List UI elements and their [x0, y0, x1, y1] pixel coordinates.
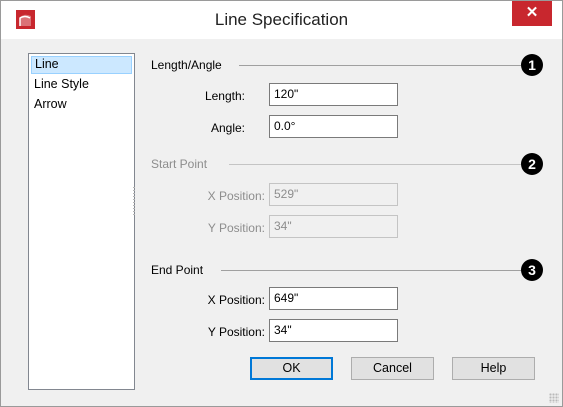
close-button[interactable]: ✕: [512, 1, 552, 26]
line-specification-dialog: Line Specification ✕ Line Line Style Arr…: [0, 0, 563, 407]
list-item-line[interactable]: Line: [31, 56, 132, 74]
end-y-label: Y Position:: [207, 325, 265, 339]
length-field[interactable]: 120": [269, 83, 398, 106]
end-x-label: X Position:: [207, 293, 265, 307]
group-divider: [229, 164, 521, 165]
start-x-label: X Position:: [207, 189, 265, 203]
callout-badge-1: 1: [521, 54, 543, 76]
group-divider: [239, 65, 521, 66]
angle-label: Angle:: [210, 121, 245, 135]
length-label: Length:: [204, 89, 245, 103]
start-y-label: Y Position:: [207, 221, 265, 235]
start-x-field: 529": [269, 183, 398, 206]
help-button[interactable]: Help: [452, 357, 535, 380]
splitter-handle[interactable]: [133, 187, 135, 215]
angle-field[interactable]: 0.0°: [269, 115, 398, 138]
callout-badge-2: 2: [521, 153, 543, 175]
resize-grip-icon[interactable]: [549, 393, 559, 403]
start-point-group-label: Start Point: [151, 157, 208, 171]
list-item-line-style[interactable]: Line Style: [31, 76, 132, 94]
end-x-field[interactable]: 649": [269, 287, 398, 310]
dialog-title: Line Specification: [214, 10, 349, 29]
start-y-field: 34": [269, 215, 398, 238]
end-y-field[interactable]: 34": [269, 319, 398, 342]
group-divider: [221, 270, 521, 271]
title-bar: Line Specification ✕: [1, 1, 562, 39]
ok-button[interactable]: OK: [250, 357, 333, 380]
length-angle-group-label: Length/Angle: [151, 58, 222, 72]
list-item-arrow[interactable]: Arrow: [31, 96, 132, 114]
cancel-button[interactable]: Cancel: [351, 357, 434, 380]
callout-badge-3: 3: [521, 259, 543, 281]
category-list: Line Line Style Arrow: [28, 53, 135, 390]
end-point-group-label: End Point: [151, 263, 204, 277]
